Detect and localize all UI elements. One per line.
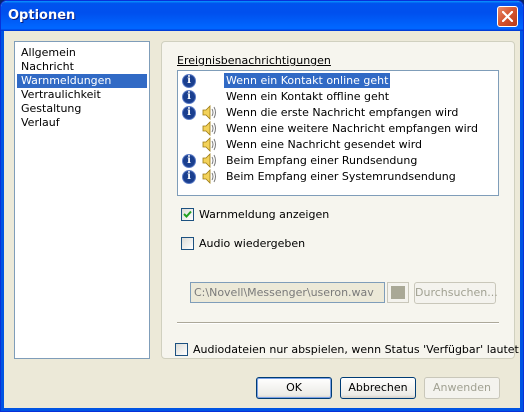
speaker-icon [202,105,216,120]
speaker-icon [202,169,216,184]
event-item[interactable]: i Wenn ein Kontakt offline geht [179,89,497,105]
alerts-panel: Ereignisbenachrichtigungen i Wenn ein Ko… [161,41,519,359]
close-icon [502,11,513,22]
color-swatch-icon [391,286,405,299]
event-label: Wenn ein Kontakt offline geht [226,90,390,103]
show-alert-option[interactable]: Warnmeldung anzeigen [181,207,381,222]
show-alert-checkbox[interactable] [181,208,194,221]
event-item[interactable]: Wenn eine weitere Nachricht empfangen wi… [179,121,497,137]
info-icon: i [182,74,196,88]
play-audio-checkbox[interactable] [181,237,194,250]
info-icon: i [182,106,196,120]
event-item[interactable]: Wenn eine Nachricht gesendet wird [179,137,497,153]
event-label: Wenn ein Kontakt online geht [224,73,391,88]
event-item[interactable]: i Wenn die erste Nachricht empfangen wir… [179,105,497,121]
only-available-checkbox[interactable] [175,343,188,356]
event-label: Beim Empfang einer Systemrundsendung [226,170,456,183]
play-audio-label: Audio wiedergeben [199,237,306,250]
nav-item-vertraulichkeit[interactable]: Vertraulichkeit [17,88,147,102]
nav-item-nachricht[interactable]: Nachricht [17,60,147,74]
category-list[interactable]: Allgemein Nachricht Warnmeldungen Vertra… [14,41,150,359]
info-icon: i [182,154,196,168]
play-audio-option[interactable]: Audio wiedergeben [181,236,381,251]
separator [177,322,499,324]
frame-right [520,31,523,411]
info-icon: i [182,90,196,104]
nav-item-warnmeldungen[interactable]: Warnmeldungen [17,74,147,88]
event-item[interactable]: i Beim Empfang einer Systemrundsendung [179,169,497,185]
color-swatch-button[interactable] [387,282,409,303]
apply-button[interactable]: Anwenden [424,377,500,399]
options-dialog: Optionen Allgemein Nachricht Warnmeldung… [0,0,524,412]
event-label: Wenn die erste Nachricht empfangen wird [226,106,459,119]
speaker-icon [202,137,216,152]
window-title: Optionen [8,8,76,23]
nav-item-gestaltung[interactable]: Gestaltung [17,102,147,116]
title-bar[interactable]: Optionen [1,1,523,31]
event-label: Beim Empfang einer Rundsendung [226,154,418,167]
event-list[interactable]: i Wenn ein Kontakt online geht i Wenn ei… [177,70,499,196]
audio-file-field[interactable]: C:\Novell\Messenger\useron.wav [190,282,385,303]
browse-button[interactable]: Durchsuchen... [414,282,498,304]
event-notifications-label: Ereignisbenachrichtigungen [177,54,331,67]
cancel-button[interactable]: Abbrechen [340,377,416,399]
check-icon [183,210,192,218]
event-label: Wenn eine weitere Nachricht empfangen wi… [226,122,478,135]
nav-item-allgemein[interactable]: Allgemein [17,46,147,60]
frame-bottom [1,408,523,411]
show-alert-label: Warnmeldung anzeigen [199,208,330,221]
event-label: Wenn eine Nachricht gesendet wird [226,138,423,151]
event-item[interactable]: i Wenn ein Kontakt online geht [179,73,497,89]
event-item[interactable]: i Beim Empfang einer Rundsendung [179,153,497,169]
info-icon: i [182,170,196,184]
nav-item-verlauf[interactable]: Verlauf [17,116,147,130]
speaker-icon [202,153,216,168]
ok-button[interactable]: OK [256,377,332,399]
dialog-body: Allgemein Nachricht Warnmeldungen Vertra… [4,31,520,408]
speaker-icon [202,121,216,136]
only-available-option[interactable]: Audiodateien nur abspielen, wenn Status … [175,342,519,357]
only-available-label: Audiodateien nur abspielen, wenn Status … [193,343,519,356]
close-button[interactable] [497,6,518,27]
